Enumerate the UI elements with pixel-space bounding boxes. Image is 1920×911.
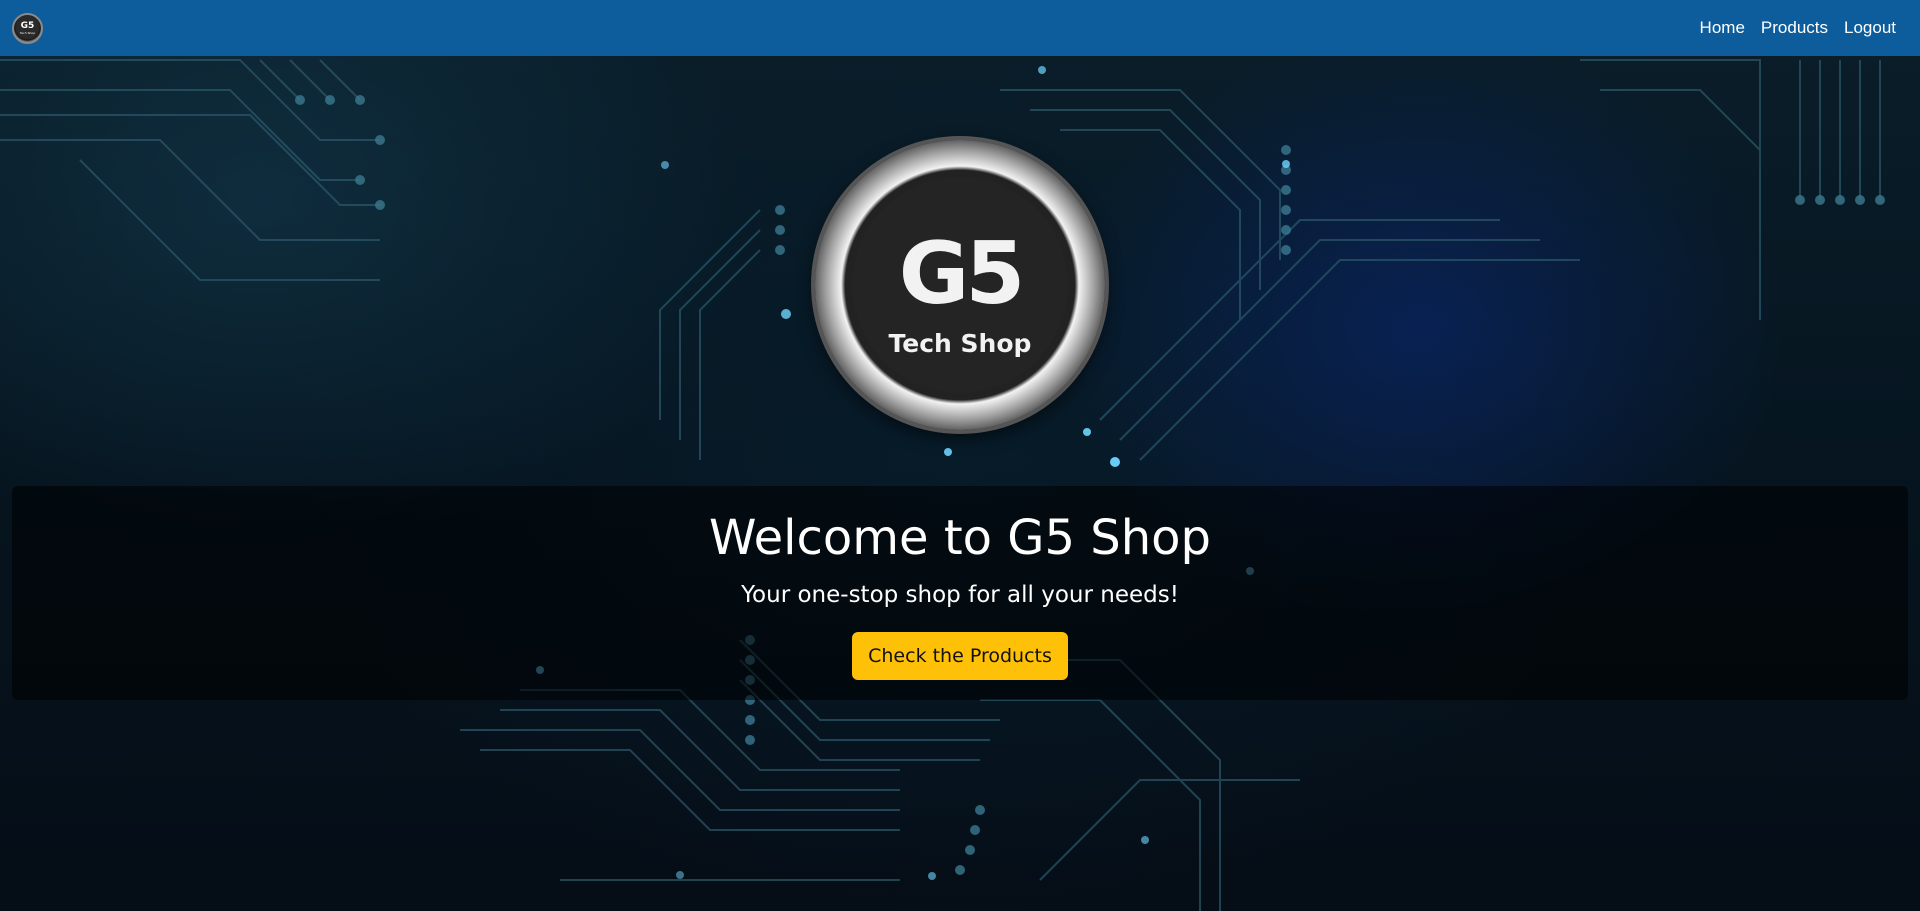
hero-logo: G5 Tech Shop [815, 140, 1105, 430]
nav-link-logout[interactable]: Logout [1836, 18, 1904, 38]
hero-logo-subtext: Tech Shop [888, 328, 1032, 358]
circuit-background [0, 0, 1920, 911]
check-products-button[interactable]: Check the Products [852, 632, 1068, 680]
hero-logo-inner: G5 Tech Shop [852, 177, 1068, 393]
brand-logo[interactable]: G5 Tech Shop [12, 12, 43, 44]
top-navbar: G5 Tech Shop Home Products Logout [0, 0, 1920, 56]
welcome-banner: Welcome to G5 Shop Your one-stop shop fo… [12, 486, 1908, 700]
nav-link-home[interactable]: Home [1692, 18, 1753, 38]
nav-links: Home Products Logout [1692, 18, 1904, 38]
hero-subtitle: Your one-stop shop for all your needs! [741, 582, 1179, 608]
brand-logo-text: G5 [20, 20, 35, 31]
hero-title: Welcome to G5 Shop [709, 510, 1211, 566]
circuit-pattern [0, 59, 1885, 911]
hero-logo-text: G5 [898, 223, 1025, 324]
nav-link-products[interactable]: Products [1753, 18, 1836, 38]
brand-logo-subtext: Tech Shop [19, 30, 36, 35]
